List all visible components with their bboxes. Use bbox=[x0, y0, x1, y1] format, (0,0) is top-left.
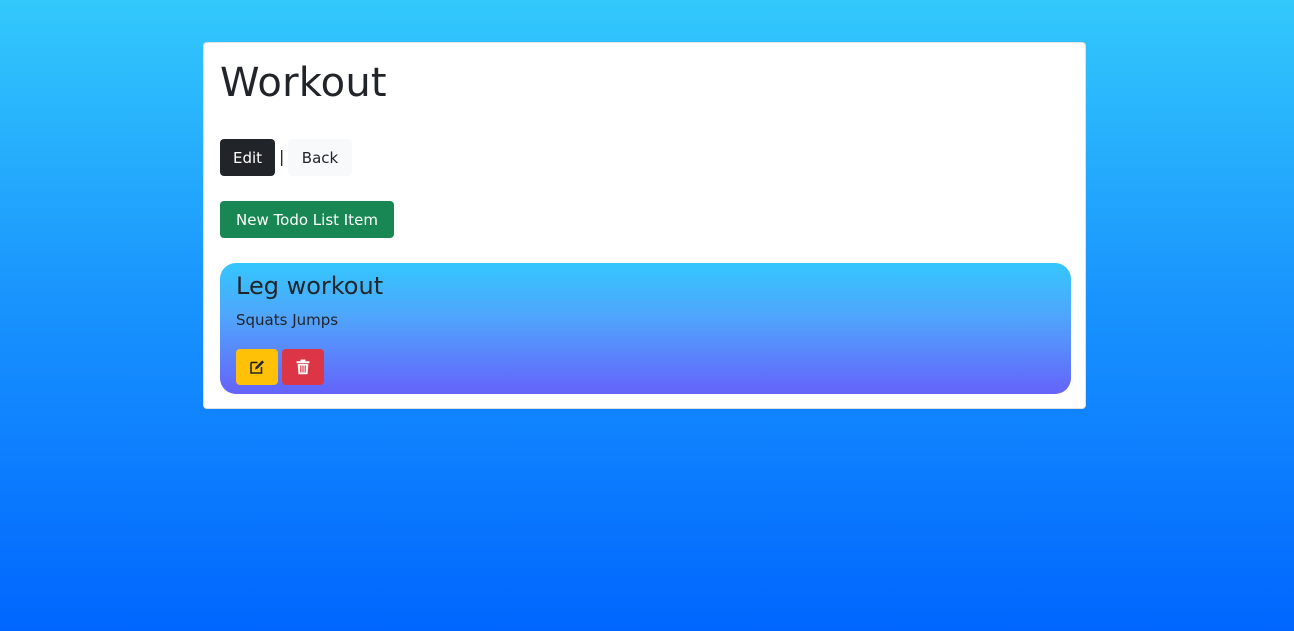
page-title: Workout bbox=[220, 60, 387, 106]
delete-item-button[interactable] bbox=[282, 349, 324, 385]
trash-icon bbox=[296, 359, 310, 375]
new-todo-list-item-button[interactable]: New Todo List Item bbox=[220, 201, 394, 238]
pencil-square-icon bbox=[249, 359, 265, 375]
workout-card: Workout Edit | Back New Todo List Item L… bbox=[203, 42, 1086, 409]
edit-button[interactable]: Edit bbox=[220, 139, 275, 176]
todo-item-card: Leg workout Squats Jumps bbox=[220, 263, 1071, 394]
edit-item-button[interactable] bbox=[236, 349, 278, 385]
back-button[interactable]: Back bbox=[288, 139, 352, 176]
separator: | bbox=[279, 147, 285, 166]
todo-item-title: Leg workout bbox=[236, 272, 384, 300]
todo-item-description: Squats Jumps bbox=[236, 311, 339, 329]
